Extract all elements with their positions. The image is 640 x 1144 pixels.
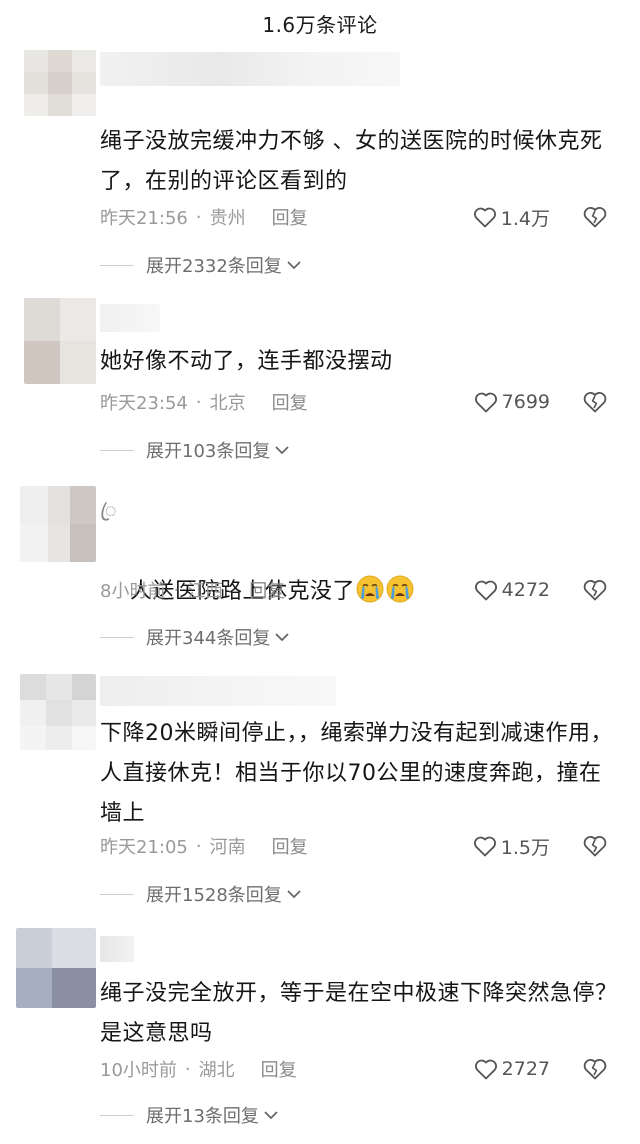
expand-replies-button[interactable]: 展开344条回复 [100, 622, 290, 652]
comment-item: 她好像不动了，连手都没摆动 昨天23:54 · 北京 回复 7699 展开103… [0, 290, 640, 470]
expand-replies-button[interactable]: 展开13条回复 [100, 1100, 279, 1130]
expand-replies-label: 展开344条回复 [146, 628, 271, 649]
like-count: 1.5万 [500, 836, 550, 859]
avatar[interactable] [24, 298, 96, 384]
comment-meta: 昨天21:05 · 河南 回复 [100, 831, 308, 861]
broken-heart-outline-icon [583, 392, 607, 413]
comment-item: ꦿ 人送医院路上休克没了 8小时前 · 江西 回复 4272 展开344条回复 [0, 470, 640, 660]
chevron-down-icon [287, 890, 301, 899]
like-count: 4272 [501, 579, 550, 601]
meta-separator: · [195, 835, 202, 857]
heart-outline-icon [473, 836, 496, 857]
heart-outline-icon [474, 392, 497, 413]
crying-face-emoji [386, 575, 414, 603]
comment-time: 昨天21:56 [100, 208, 188, 229]
comment-time: 10小时前 [100, 1060, 177, 1081]
expand-divider-line [100, 636, 134, 638]
comment-meta: 昨天21:56 · 贵州 回复 [100, 202, 308, 232]
comment-meta: 8小时前 · 江西 回复 [100, 575, 285, 605]
username-blurred[interactable] [100, 936, 134, 962]
chevron-down-icon [275, 633, 289, 642]
comment-text: 绳子没完全放开，等于是在空中极速下降突然急停？ 是这意思吗 [100, 981, 626, 1046]
chevron-down-icon [287, 261, 301, 270]
comment-location: 贵州 [209, 208, 246, 229]
avatar[interactable] [20, 674, 96, 750]
broken-heart-outline-icon [583, 1059, 607, 1080]
comment-text: 绳子没放完缓冲力不够 、女的送医院的时候休克死了，在别的评论区看到的 [100, 129, 603, 194]
expand-divider-line [100, 264, 134, 266]
heart-outline-icon [473, 207, 496, 228]
like-button[interactable]: 1.4万 [473, 202, 550, 232]
heart-outline-icon [474, 580, 497, 601]
meta-separator: · [184, 1058, 191, 1080]
username-blurred[interactable] [100, 676, 336, 706]
expand-replies-label: 展开103条回复 [146, 441, 271, 462]
like-button[interactable]: 7699 [474, 387, 550, 417]
comment-location: 江西 [187, 581, 224, 602]
chevron-down-icon [275, 446, 289, 455]
comment-location: 湖北 [198, 1060, 235, 1081]
dislike-button[interactable] [580, 202, 610, 232]
comment-time: 8小时前 [100, 581, 166, 602]
crying-face-emoji [356, 575, 384, 603]
like-count: 1.4万 [500, 207, 550, 230]
expand-divider-line [100, 893, 134, 895]
comment-item: 下降20米瞬间停止，，绳索弹力没有起到减速作用，人直接休克！相当于你以70公里的… [0, 660, 640, 910]
chevron-down-icon [264, 1111, 278, 1120]
broken-heart-outline-icon [583, 580, 607, 601]
meta-separator: · [173, 579, 180, 601]
reply-button[interactable]: 回复 [261, 1056, 297, 1082]
heart-outline-icon [474, 1059, 497, 1080]
dislike-button[interactable] [580, 575, 610, 605]
expand-replies-button[interactable]: 展开1528条回复 [100, 879, 302, 909]
comment-meta: 10小时前 · 湖北 回复 [100, 1054, 297, 1084]
comment-meta: 昨天23:54 · 北京 回复 [100, 387, 308, 417]
comment-item: 绳子没放完缓冲力不够 、女的送医院的时候休克死了，在别的评论区看到的 昨天21:… [0, 0, 640, 290]
avatar[interactable] [16, 928, 96, 1008]
dislike-button[interactable] [580, 831, 610, 861]
comment-time: 昨天21:05 [100, 837, 188, 858]
broken-heart-outline-icon [583, 207, 607, 228]
expand-replies-label: 展开13条回复 [146, 1106, 259, 1127]
reply-button[interactable]: 回复 [272, 389, 308, 415]
dislike-button[interactable] [580, 1054, 610, 1084]
like-button[interactable]: 1.5万 [473, 831, 550, 861]
comment-time: 昨天23:54 [100, 393, 188, 414]
like-count: 7699 [501, 391, 550, 413]
comment-location: 北京 [209, 393, 246, 414]
avatar[interactable] [24, 50, 96, 116]
expand-divider-line [100, 449, 134, 451]
reply-button[interactable]: 回复 [249, 577, 285, 603]
like-button[interactable]: 4272 [474, 575, 550, 605]
reply-button[interactable]: 回复 [272, 833, 308, 859]
reply-button[interactable]: 回复 [272, 204, 308, 230]
meta-separator: · [195, 206, 202, 228]
avatar[interactable] [20, 486, 96, 562]
comment-location: 河南 [209, 837, 246, 858]
username-blurred[interactable] [100, 304, 160, 332]
comment-item: 绳子没完全放开，等于是在空中极速下降突然急停？ 是这意思吗 10小时前 · 湖北… [0, 910, 640, 1144]
comment-text: 她好像不动了，连手都没摆动 [100, 349, 393, 374]
username[interactable]: ꦿ [100, 496, 117, 536]
expand-replies-button[interactable]: 展开2332条回复 [100, 250, 302, 280]
comment-text: 下降20米瞬间停止，，绳索弹力没有起到减速作用，人直接休克！相当于你以70公里的… [100, 721, 613, 826]
username-blurred[interactable] [100, 52, 400, 86]
expand-replies-label: 展开2332条回复 [146, 256, 282, 277]
expand-divider-line [100, 1114, 134, 1116]
expand-replies-label: 展开1528条回复 [146, 885, 282, 906]
like-count: 2727 [501, 1058, 550, 1080]
dislike-button[interactable] [580, 387, 610, 417]
expand-replies-button[interactable]: 展开103条回复 [100, 435, 290, 465]
meta-separator: · [195, 391, 202, 413]
like-button[interactable]: 2727 [474, 1054, 550, 1084]
broken-heart-outline-icon [583, 836, 607, 857]
